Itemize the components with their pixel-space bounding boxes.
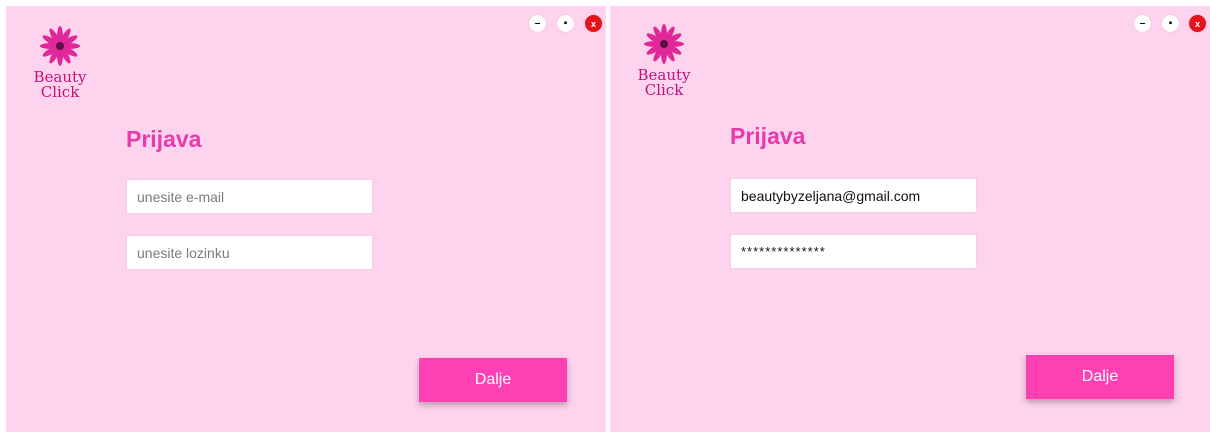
next-button[interactable]: Dalje — [419, 358, 567, 402]
close-button[interactable]: x — [585, 15, 602, 32]
email-field[interactable] — [730, 178, 977, 213]
logo-text: Beauty Click — [28, 70, 92, 100]
logo-text: Beauty Click — [632, 68, 696, 98]
login-screen-empty: – ▪ x Beauty Click Prijava unesite e-mai… — [6, 6, 606, 432]
flower-icon — [40, 26, 80, 66]
page-title: Prijava — [730, 123, 806, 149]
restore-button[interactable]: ▪ — [1162, 15, 1179, 32]
login-screen-filled: – ▪ x Beauty Click Prijava beautybyzelja… — [610, 6, 1210, 432]
restore-button[interactable]: ▪ — [557, 15, 574, 32]
page-title: Prijava — [126, 126, 202, 152]
minimize-button[interactable]: – — [529, 15, 546, 32]
next-button[interactable]: Dalje — [1026, 355, 1174, 399]
password-field[interactable] — [730, 234, 977, 269]
minimize-button[interactable]: – — [1134, 15, 1151, 32]
flower-icon — [644, 24, 684, 64]
password-field[interactable] — [126, 235, 373, 270]
email-field[interactable] — [126, 179, 373, 214]
app-logo: Beauty Click — [28, 26, 92, 106]
logo-line2: Click — [40, 83, 80, 101]
app-logo: Beauty Click — [632, 24, 696, 104]
logo-line2: Click — [644, 81, 684, 99]
close-button[interactable]: x — [1189, 15, 1206, 32]
